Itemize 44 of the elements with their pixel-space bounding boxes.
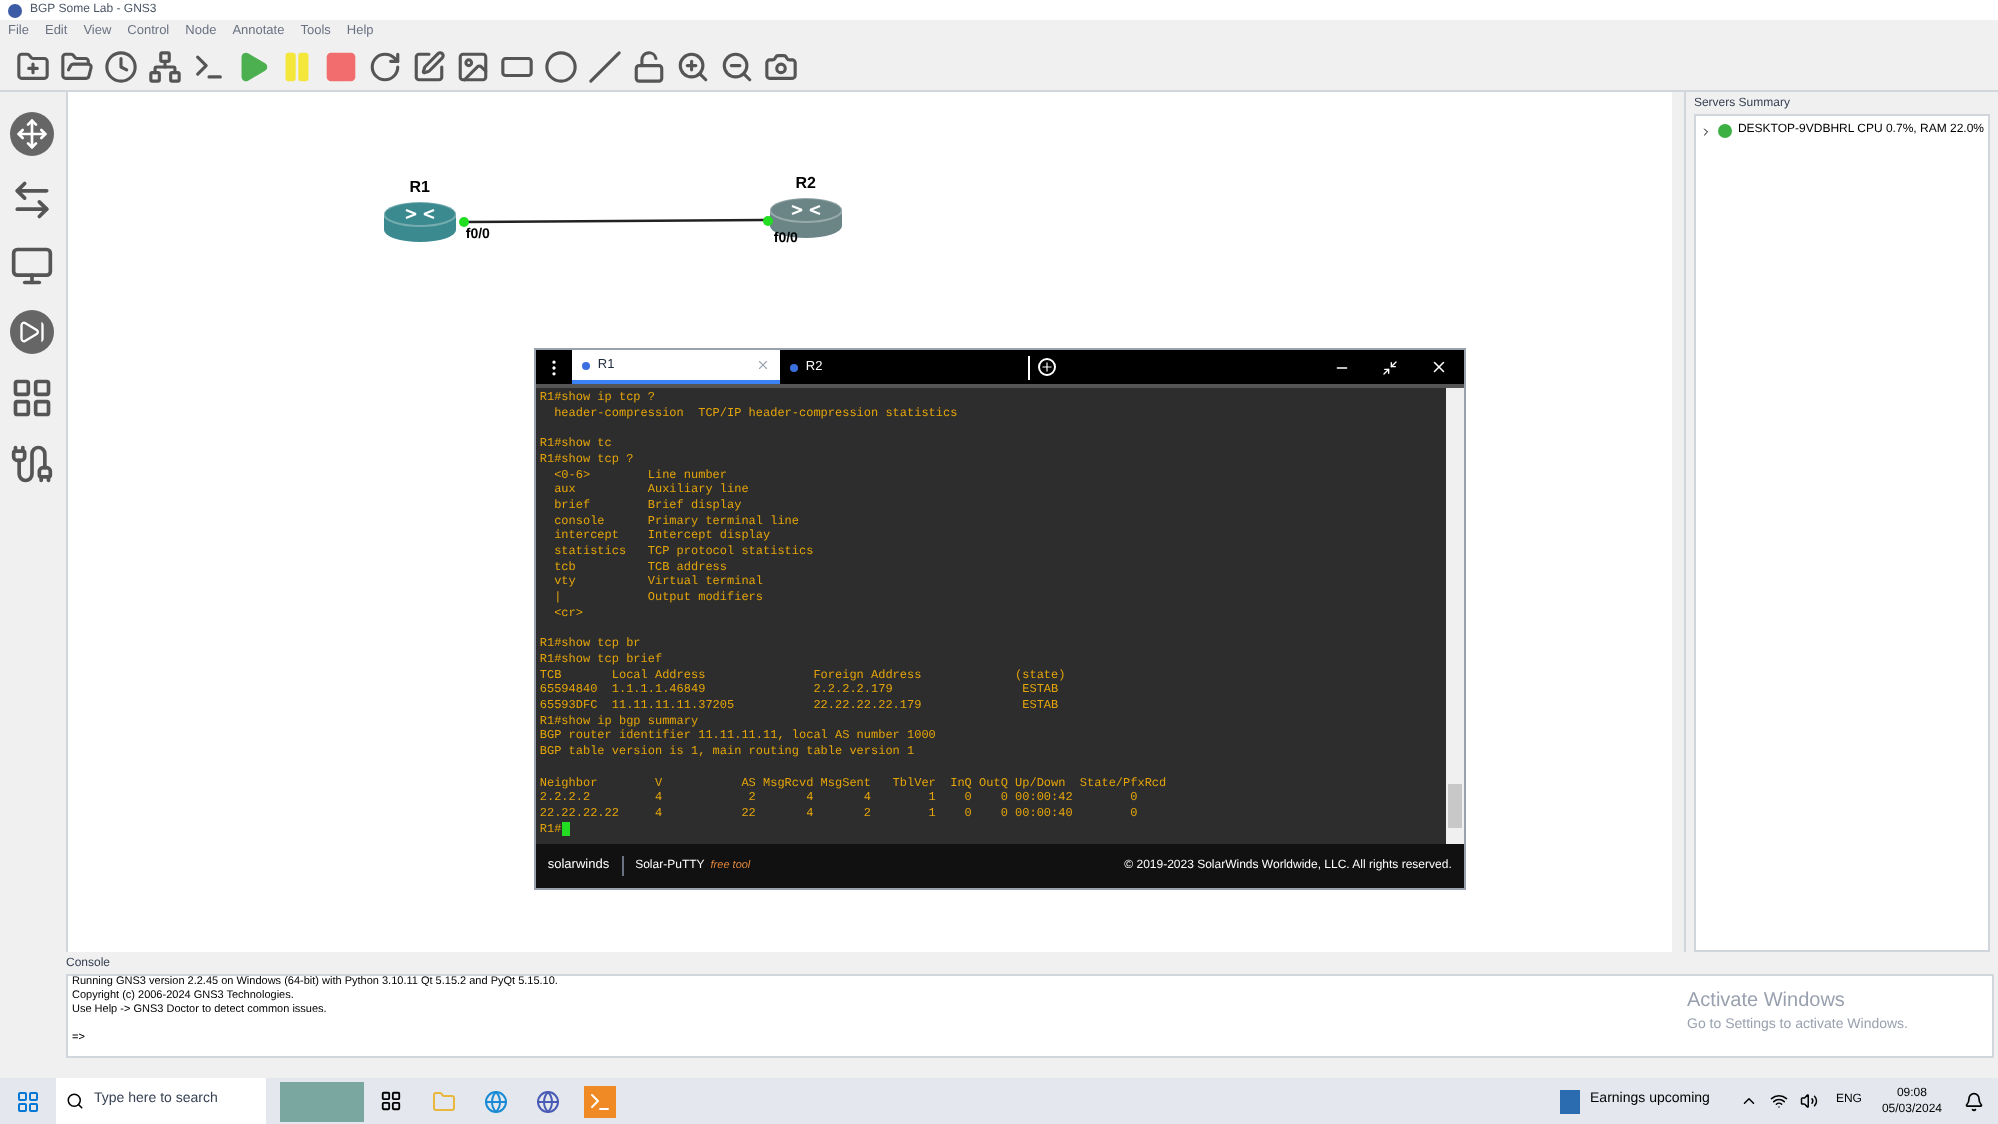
note-icon[interactable] xyxy=(412,50,446,84)
new-project-icon[interactable] xyxy=(16,50,50,84)
expand-icon[interactable] xyxy=(1699,125,1712,137)
node-label: R1 xyxy=(409,176,430,200)
clock-icon[interactable] xyxy=(104,50,138,84)
app-icon[interactable] xyxy=(536,1089,560,1113)
scrollbar[interactable] xyxy=(1445,388,1464,844)
tray-expand-icon[interactable] xyxy=(1739,1092,1758,1110)
terminal-icon[interactable] xyxy=(192,50,226,84)
start-icon[interactable] xyxy=(16,1089,40,1113)
line-icon[interactable] xyxy=(588,50,622,84)
node-label: R2 xyxy=(795,172,816,196)
news-icon xyxy=(1560,1089,1581,1113)
browser-icon[interactable] xyxy=(484,1089,508,1113)
security-device-icon[interactable] xyxy=(10,310,55,354)
search-icon xyxy=(66,1092,84,1110)
close-icon[interactable] xyxy=(1429,358,1448,376)
new-tab-icon[interactable] xyxy=(1037,358,1056,376)
network-icon[interactable] xyxy=(1769,1092,1788,1110)
router-icon[interactable] xyxy=(767,196,844,240)
app-logo-icon xyxy=(8,3,22,17)
unlock-icon[interactable] xyxy=(632,50,666,84)
notification-icon[interactable] xyxy=(1964,1091,1984,1111)
volume-icon[interactable] xyxy=(1799,1092,1818,1110)
open-folder-icon[interactable] xyxy=(60,50,94,84)
stop-icon[interactable] xyxy=(324,50,358,84)
router-category-icon[interactable] xyxy=(10,112,55,156)
zoom-out-icon[interactable] xyxy=(720,50,754,84)
network-icon[interactable] xyxy=(148,50,182,84)
close-tab-icon[interactable] xyxy=(755,358,770,372)
restore-icon[interactable] xyxy=(1381,359,1398,375)
vertical-scrollbar[interactable] xyxy=(1671,92,1684,952)
task-view-icon[interactable] xyxy=(380,1090,402,1112)
reload-icon[interactable] xyxy=(368,50,402,84)
link-cable-icon[interactable] xyxy=(10,442,55,486)
camera-icon[interactable] xyxy=(764,50,798,84)
picture-icon[interactable] xyxy=(456,50,490,84)
all-devices-icon[interactable] xyxy=(10,376,55,420)
cursor-icon xyxy=(561,821,570,836)
activation-title: Activate Windows xyxy=(1687,988,1847,1016)
link-line[interactable] xyxy=(457,216,774,228)
ellipse-icon[interactable] xyxy=(544,50,578,84)
zoom-in-icon[interactable] xyxy=(676,50,710,84)
end-device-icon[interactable] xyxy=(10,244,55,288)
